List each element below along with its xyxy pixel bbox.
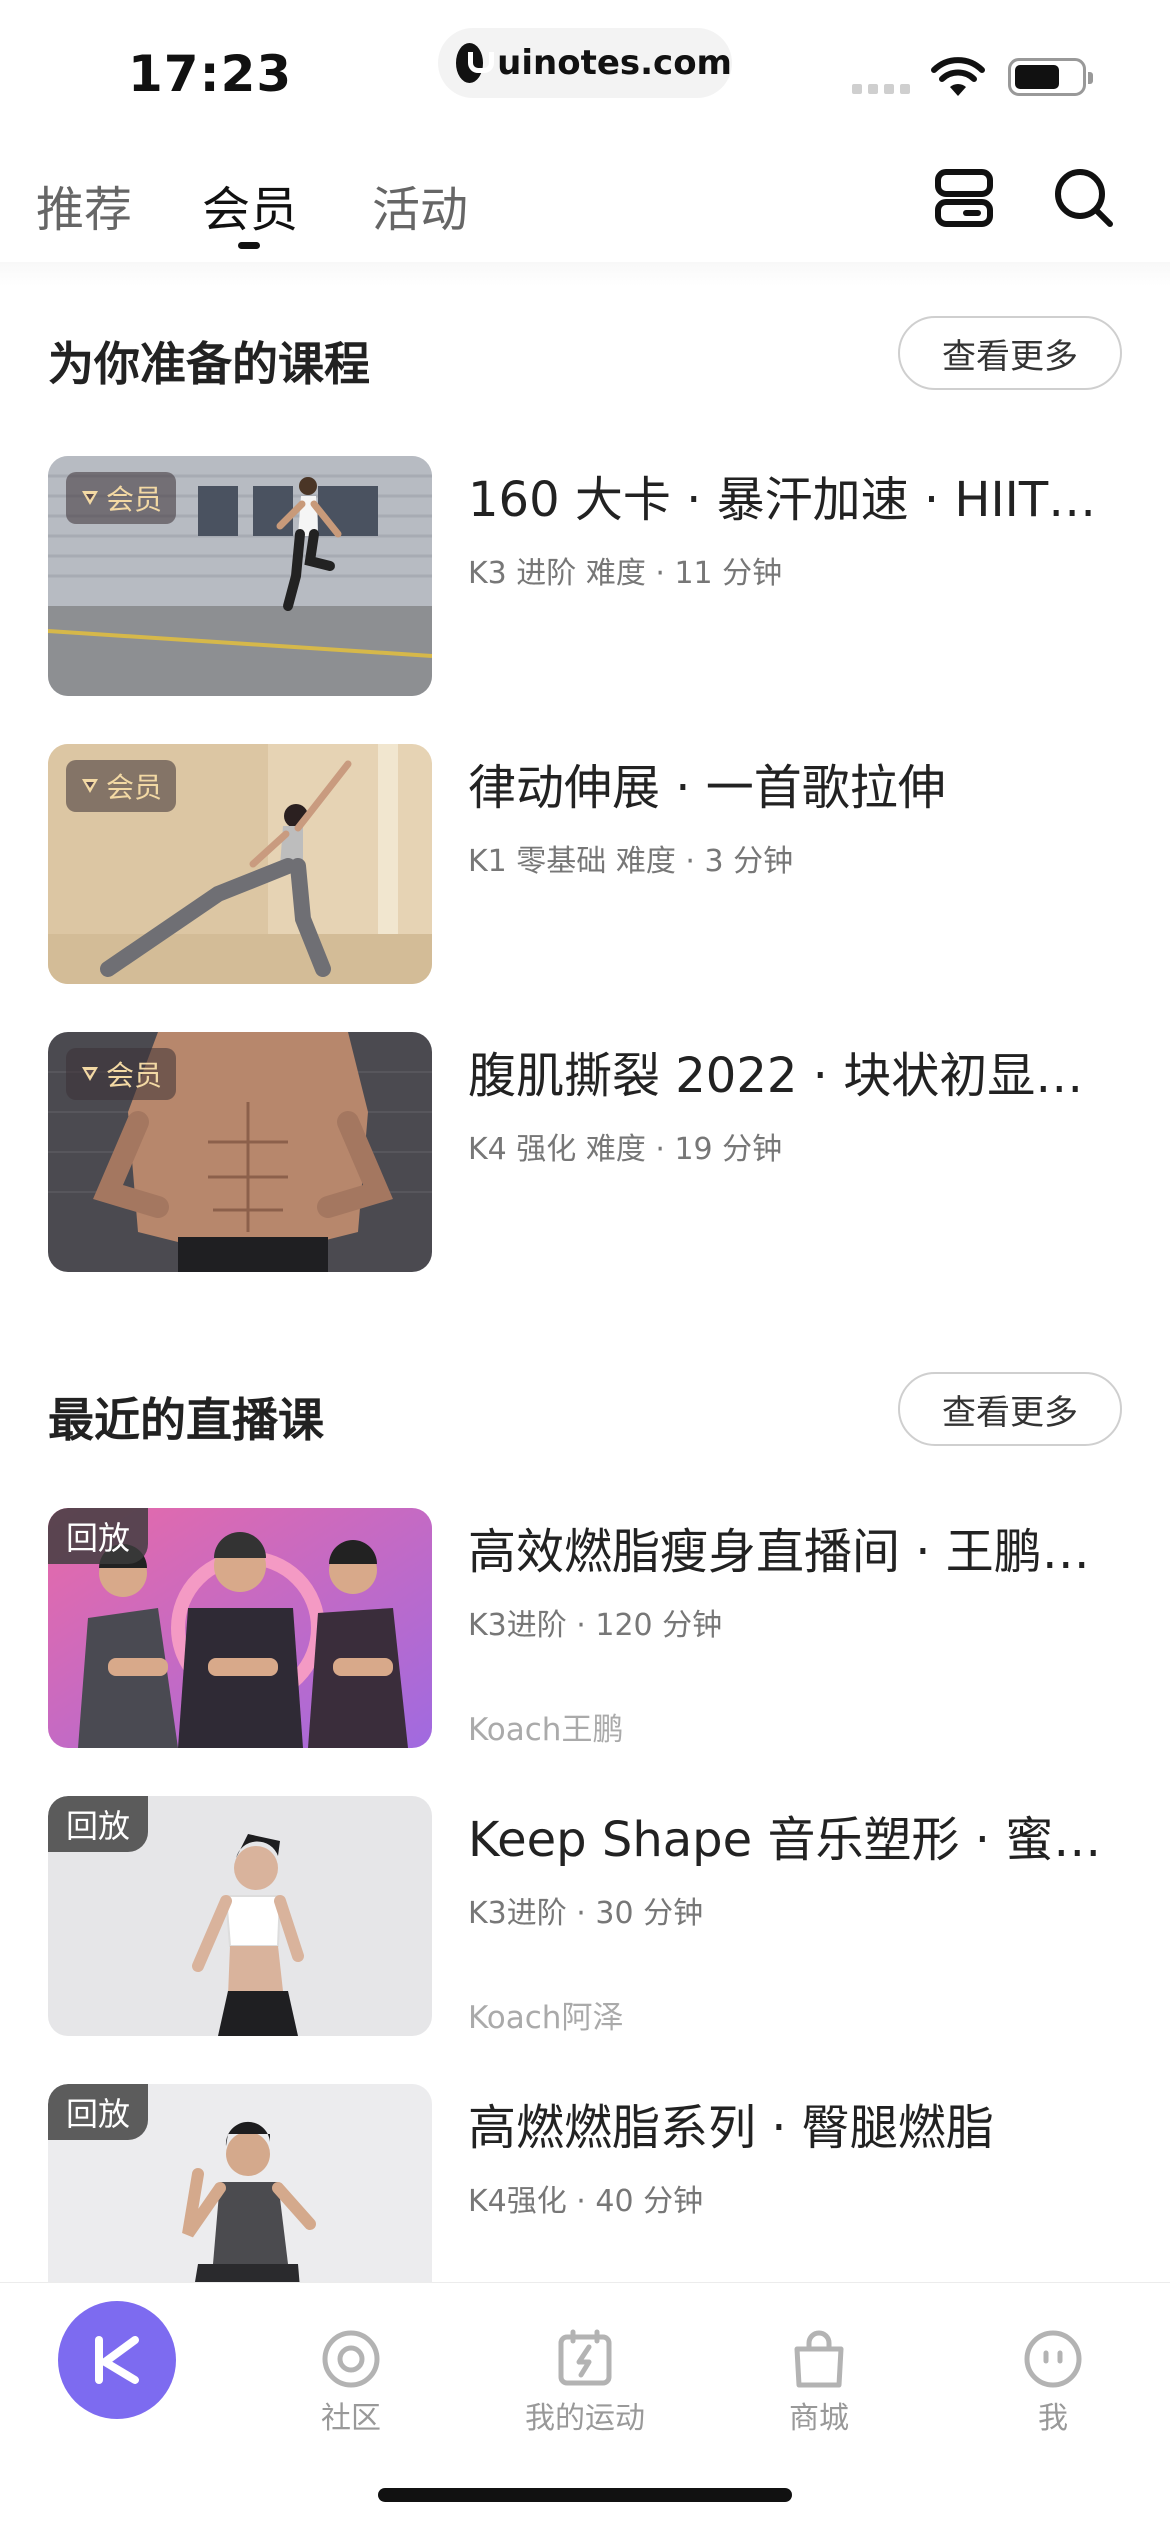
live-meta: K3进阶 · 120 分钟 — [468, 1608, 723, 1643]
nav-home[interactable] — [0, 2283, 234, 2483]
url-text: uinotes.com — [497, 43, 732, 83]
status-time: 17:23 — [128, 45, 293, 103]
coach-name: Koach王鹏 — [468, 1712, 624, 1748]
member-badge-label: 会员 — [106, 771, 163, 804]
course-title: 160 大卡 · 暴汗加速 · HIIT… — [468, 472, 1097, 528]
tab-member[interactable]: 会员 — [202, 170, 298, 240]
section-title: 为你准备的课程 — [48, 337, 370, 391]
course-card[interactable]: 会员 160 大卡 · 暴汗加速 · HIIT… K3 进阶 难度 · 11 分… — [48, 456, 1122, 696]
nav-my-sports[interactable]: 我的运动 — [468, 2283, 702, 2483]
course-title: 律动伸展 · 一首歌拉伸 — [468, 760, 946, 816]
vip-heart-icon — [82, 779, 98, 793]
battery-icon — [1008, 58, 1093, 96]
community-icon — [322, 2330, 380, 2388]
top-tabs: 推荐 会员 活动 — [0, 160, 1170, 270]
view-more-button[interactable]: 查看更多 — [898, 1372, 1122, 1446]
replay-badge: 回放 — [48, 1508, 149, 1564]
nav-shop[interactable]: 商城 — [702, 2283, 936, 2483]
shop-bag-icon — [794, 2330, 844, 2388]
wifi-icon — [931, 57, 985, 96]
course-thumbnail: 会员 — [48, 1032, 432, 1272]
tab-activity[interactable]: 活动 — [372, 170, 468, 240]
nav-label: 我的运动 — [525, 2401, 645, 2436]
url-pill[interactable]: uinotes.com — [438, 28, 732, 98]
replay-badge: 回放 — [48, 2084, 149, 2140]
course-meta: K3 进阶 难度 · 11 分钟 — [468, 556, 783, 591]
live-card[interactable]: 回放 高效燃脂瘦身直播间 · 王鹏… K3进阶 · 120 分钟 Koach王鹏 — [48, 1508, 1122, 1748]
nav-label: 社区 — [321, 2401, 381, 2436]
member-badge-label: 会员 — [106, 1059, 163, 1092]
replay-badge: 回放 — [48, 1796, 149, 1852]
nav-community[interactable]: 社区 — [234, 2283, 468, 2483]
course-meta: K1 零基础 难度 · 3 分钟 — [468, 844, 794, 879]
course-thumbnail: 会员 — [48, 744, 432, 984]
header-divider — [0, 262, 1170, 286]
member-badge-label: 会员 — [106, 483, 163, 516]
live-thumbnail: 回放 — [48, 1796, 432, 2036]
course-card[interactable]: 会员 律动伸展 · 一首歌拉伸 K1 零基础 难度 · 3 分钟 — [48, 744, 1122, 984]
status-bar: 17:23 uinotes.com — [0, 0, 1170, 150]
member-badge: 会员 — [66, 1048, 177, 1100]
course-thumbnail: 会员 — [48, 456, 432, 696]
vip-heart-icon — [82, 491, 98, 505]
coach-name: Koach阿泽 — [468, 2000, 624, 2036]
profile-face-icon — [1024, 2330, 1082, 2388]
search-icon[interactable] — [1052, 166, 1116, 230]
view-more-button[interactable]: 查看更多 — [898, 316, 1122, 390]
vip-heart-icon — [82, 1067, 98, 1081]
active-tab-indicator — [238, 242, 260, 249]
nav-profile[interactable]: 我 — [936, 2283, 1170, 2483]
course-card[interactable]: 会员 腹肌撕裂 2022 · 块状初显… K4 强化 难度 · 19 分钟 — [48, 1032, 1122, 1272]
cellular-signal-icon — [852, 84, 910, 94]
nav-label: 商城 — [789, 2401, 849, 2436]
live-meta: K4强化 · 40 分钟 — [468, 2184, 704, 2219]
course-title: 腹肌撕裂 2022 · 块状初显… — [468, 1048, 1084, 1104]
live-title: 高效燃脂瘦身直播间 · 王鹏… — [468, 1524, 1090, 1580]
course-meta: K4 强化 难度 · 19 分钟 — [468, 1132, 783, 1167]
site-logo-icon — [456, 43, 495, 83]
category-menu-icon[interactable] — [932, 166, 996, 230]
section-title: 最近的直播课 — [48, 1393, 324, 1447]
live-meta: K3进阶 · 30 分钟 — [468, 1896, 704, 1931]
live-title: 高燃燃脂系列 · 臀腿燃脂 — [468, 2100, 994, 2156]
member-badge: 会员 — [66, 760, 177, 812]
courses-section: 为你准备的课程 查看更多 会员 160 大卡 · 暴汗加速 · HIIT… K3… — [0, 300, 1170, 1272]
live-section: 最近的直播课 查看更多 回放 高效燃脂瘦身直播间 · 王鹏… K3进阶 · 12… — [0, 1356, 1170, 2324]
nav-label: 我 — [1038, 2401, 1068, 2436]
keep-logo-icon[interactable] — [58, 2301, 176, 2419]
live-thumbnail: 回放 — [48, 1508, 432, 1748]
home-indicator[interactable] — [378, 2488, 792, 2502]
member-badge: 会员 — [66, 472, 177, 524]
live-card[interactable]: 回放 Keep Shape 音乐塑形 · 蜜… K3进阶 · 30 分钟 Koa… — [48, 1796, 1122, 2036]
live-title: Keep Shape 音乐塑形 · 蜜… — [468, 1812, 1102, 1868]
tab-recommend[interactable]: 推荐 — [36, 170, 132, 240]
my-sports-icon — [558, 2329, 612, 2386]
